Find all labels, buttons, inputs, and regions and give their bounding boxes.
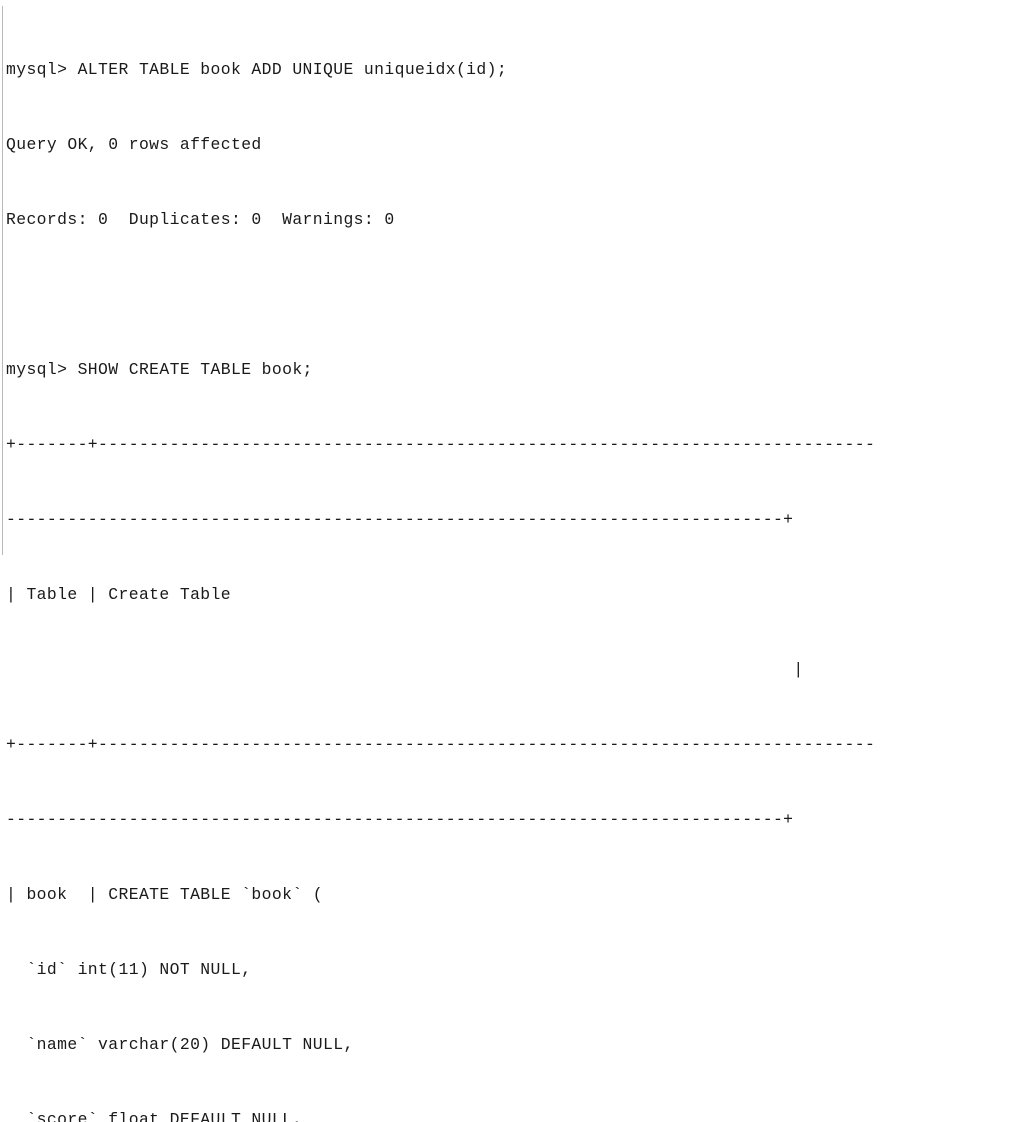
ddl-line-name-column: `name` varchar(20) DEFAULT NULL, bbox=[6, 1035, 354, 1054]
table-header-row-wrap: | bbox=[6, 660, 804, 679]
console-line-records-summary: Records: 0 Duplicates: 0 Warnings: 0 bbox=[6, 210, 395, 229]
ddl-line-score-column: `score` float DEFAULT NULL, bbox=[6, 1110, 303, 1122]
table-separator-mid-part2: ----------------------------------------… bbox=[6, 810, 794, 829]
console-line-show-create: mysql> SHOW CREATE TABLE book; bbox=[6, 360, 313, 379]
terminal-window[interactable]: mysql> ALTER TABLE book ADD UNIQUE uniqu… bbox=[0, 0, 1027, 1122]
ddl-line-id-column: `id` int(11) NOT NULL, bbox=[6, 960, 252, 979]
table-separator-mid-part1: +-------+-------------------------------… bbox=[6, 735, 876, 754]
table-row-create-table: | book | CREATE TABLE `book` ( bbox=[6, 885, 324, 904]
table-separator-top-part2: ----------------------------------------… bbox=[6, 510, 794, 529]
console-line-blank bbox=[6, 282, 1027, 307]
window-left-border bbox=[2, 6, 3, 555]
console-line-query-ok: Query OK, 0 rows affected bbox=[6, 135, 262, 154]
console-output-area[interactable]: mysql> ALTER TABLE book ADD UNIQUE uniqu… bbox=[6, 7, 1027, 1122]
table-separator-top-part1: +-------+-------------------------------… bbox=[6, 435, 876, 454]
console-line-alter-statement: mysql> ALTER TABLE book ADD UNIQUE uniqu… bbox=[6, 60, 508, 79]
table-header-row: | Table | Create Table bbox=[6, 585, 231, 604]
